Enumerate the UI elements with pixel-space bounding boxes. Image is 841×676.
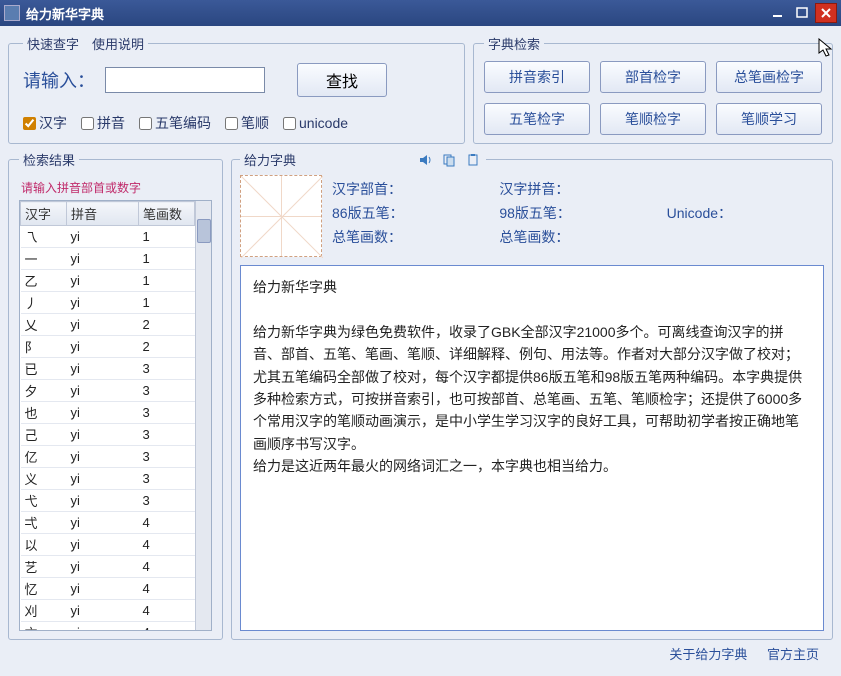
results-table-wrap: 汉字拼音笔画数 乁yi1一yi1乙yi1丿yi1乂yi2阝yi2已yi3夕yi3… xyxy=(19,200,212,631)
table-row[interactable]: 义yi3 xyxy=(21,468,195,490)
quick-search-legend: 快速查字 使用说明 xyxy=(23,34,148,53)
scrollbar[interactable] xyxy=(195,201,211,630)
table-row[interactable]: 以yi4 xyxy=(21,534,195,556)
info-radical: 汉字部首： xyxy=(332,179,489,199)
quick-search-group: 快速查字 使用说明 请输入： 查找 汉字拼音五笔编码笔顺 unicode xyxy=(8,34,465,144)
table-row[interactable]: 乙yi1 xyxy=(21,270,195,292)
search-btn-拼音索引[interactable]: 拼音索引 xyxy=(484,61,590,93)
info-strokes1: 总笔画数： xyxy=(332,227,489,247)
title-bar: 给力新华字典 xyxy=(0,0,841,26)
search-btn-部首检字[interactable]: 部首检字 xyxy=(600,61,706,93)
scroll-thumb[interactable] xyxy=(197,219,211,243)
table-row[interactable]: 阝yi2 xyxy=(21,336,195,358)
search-btn-五笔检字[interactable]: 五笔检字 xyxy=(484,103,590,135)
desc-p1: 给力新华字典为绿色免费软件，收录了GBK全部汉字21000多个。可离线查询汉字的… xyxy=(253,321,811,455)
results-group: 检索结果 请输入拼音部首或数字 汉字拼音笔画数 乁yi1一yi1乙yi1丿yi1… xyxy=(8,150,223,640)
table-row[interactable]: 艺yi4 xyxy=(21,556,195,578)
maximize-button[interactable] xyxy=(791,3,813,23)
sound-icon[interactable] xyxy=(416,152,434,168)
table-row[interactable]: 亿yi3 xyxy=(21,446,195,468)
table-row[interactable]: 亣yi4 xyxy=(21,622,195,632)
table-row[interactable]: 已yi3 xyxy=(21,358,195,380)
info-wubi98: 98版五笔： xyxy=(499,203,656,223)
info-pinyin: 汉字拼音： xyxy=(499,179,656,199)
paste-icon[interactable] xyxy=(464,152,482,168)
close-button[interactable] xyxy=(815,3,837,23)
dict-search-group: 字典检索 拼音索引部首检字总笔画检字五笔检字笔顺检字笔顺学习 xyxy=(473,34,833,144)
about-link[interactable]: 关于给力字典 xyxy=(669,647,747,662)
window-title: 给力新华字典 xyxy=(26,4,765,23)
table-row[interactable]: 一yi1 xyxy=(21,248,195,270)
footer: 关于给力字典 官方主页 xyxy=(8,640,833,663)
radio-unicode[interactable]: unicode xyxy=(283,113,348,133)
desc-title: 给力新华字典 xyxy=(253,276,811,298)
minimize-button[interactable] xyxy=(767,3,789,23)
char-info: 汉字部首： 汉字拼音： 86版五笔： 98版五笔： Unicode： 总笔画数：… xyxy=(332,175,824,257)
table-row[interactable]: 乂yi2 xyxy=(21,314,195,336)
results-table: 汉字拼音笔画数 乁yi1一yi1乙yi1丿yi1乂yi2阝yi2已yi3夕yi3… xyxy=(20,201,195,631)
find-button[interactable]: 查找 xyxy=(297,63,387,97)
results-hint: 请输入拼音部首或数字 xyxy=(19,177,212,200)
search-input[interactable] xyxy=(105,67,265,93)
copy-icon[interactable] xyxy=(440,152,458,168)
info-wubi86: 86版五笔： xyxy=(332,203,489,223)
table-row[interactable]: 丿yi1 xyxy=(21,292,195,314)
results-legend: 检索结果 xyxy=(19,150,79,169)
input-label: 请输入： xyxy=(23,67,95,93)
info-strokes2: 总笔画数： xyxy=(499,227,656,247)
description-box: 给力新华字典 给力新华字典为绿色免费软件，收录了GBK全部汉字21000多个。可… xyxy=(240,265,824,631)
search-btn-笔顺检字[interactable]: 笔顺检字 xyxy=(600,103,706,135)
table-row[interactable]: 弌yi4 xyxy=(21,512,195,534)
radio-笔顺[interactable]: 笔顺 xyxy=(225,113,269,133)
table-row[interactable]: 夕yi3 xyxy=(21,380,195,402)
col-拼音[interactable]: 拼音 xyxy=(67,202,139,226)
radio-拼音[interactable]: 拼音 xyxy=(81,113,125,133)
col-汉字[interactable]: 汉字 xyxy=(21,202,67,226)
dict-legend: 给力字典 xyxy=(240,150,486,169)
search-type-radios: 汉字拼音五笔编码笔顺 unicode xyxy=(23,113,450,133)
radio-汉字[interactable]: 汉字 xyxy=(23,113,67,133)
app-icon xyxy=(4,5,20,21)
table-row[interactable]: 刈yi4 xyxy=(21,600,195,622)
home-link[interactable]: 官方主页 xyxy=(767,647,819,662)
search-btn-笔顺学习[interactable]: 笔顺学习 xyxy=(716,103,822,135)
table-row[interactable]: 弋yi3 xyxy=(21,490,195,512)
table-row[interactable]: 也yi3 xyxy=(21,402,195,424)
character-box xyxy=(240,175,322,257)
search-btn-总笔画检字[interactable]: 总笔画检字 xyxy=(716,61,822,93)
table-row[interactable]: 乁yi1 xyxy=(21,226,195,248)
col-笔画数[interactable]: 笔画数 xyxy=(139,202,195,226)
dict-panel: 给力字典 汉字部首： 汉字拼音： 86版五笔： 98版五笔： xyxy=(231,150,833,640)
table-row[interactable]: 己yi3 xyxy=(21,424,195,446)
table-row[interactable]: 忆yi4 xyxy=(21,578,195,600)
dict-search-legend: 字典检索 xyxy=(484,34,544,53)
desc-p2: 给力是这近两年最火的网络词汇之一，本字典也相当给力。 xyxy=(253,455,811,477)
info-unicode: Unicode： xyxy=(667,203,824,223)
radio-五笔编码[interactable]: 五笔编码 xyxy=(139,113,211,133)
